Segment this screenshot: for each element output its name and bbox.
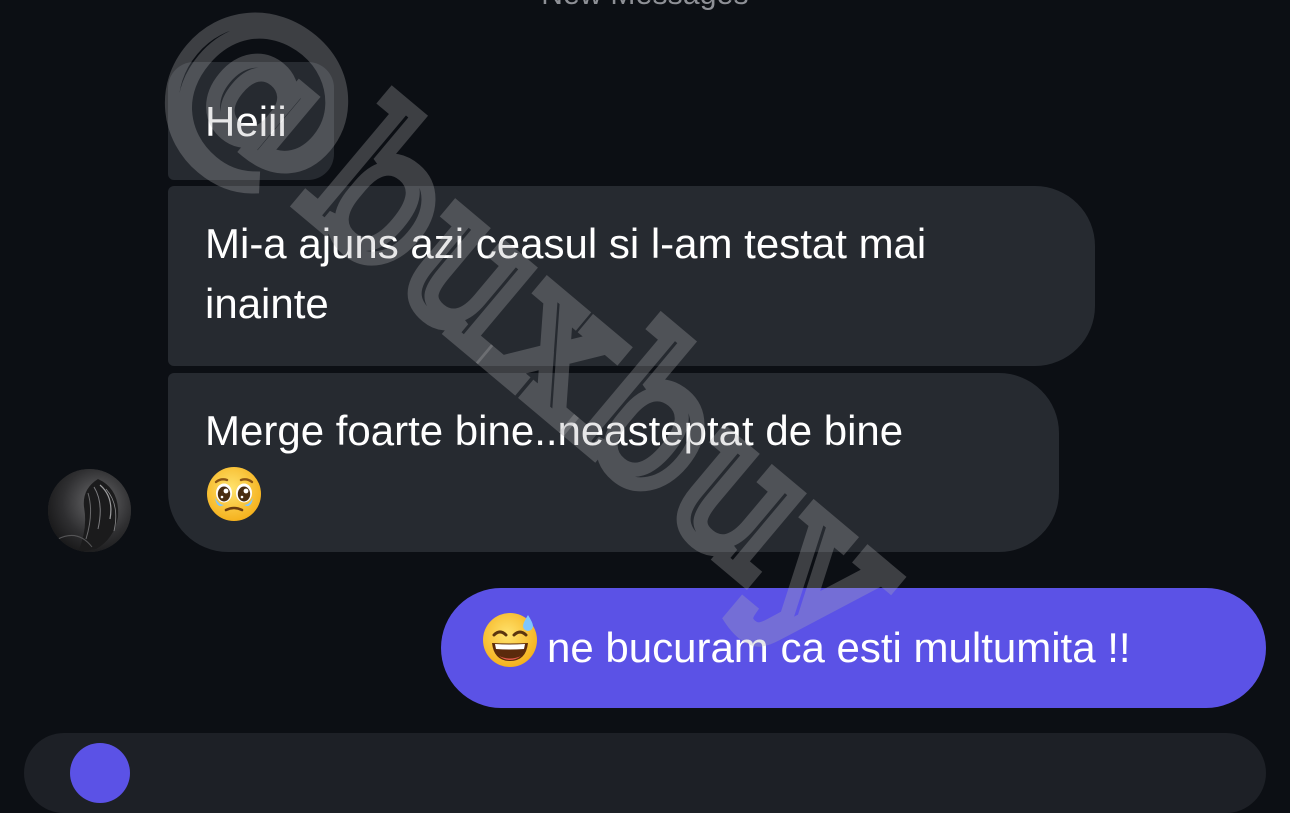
new-messages-divider: New Messages [0,0,1290,12]
outgoing-message-bubble[interactable]: ne bucuram ca esti multumita !! [441,588,1266,708]
message-text: ne bucuram ca esti multumita !! [547,624,1131,671]
incoming-message-bubble[interactable]: Mi-a ajuns azi ceasul si l-am testat mai… [168,186,1095,366]
sender-avatar[interactable] [48,469,131,552]
grinning-sweat-emoji-icon [481,611,539,685]
camera-button-icon[interactable] [70,743,130,803]
incoming-message-bubble[interactable]: Heiii [168,62,334,180]
message-text: Merge foarte bine..neasteptat de bine [205,407,904,454]
avatar-photo-icon [48,469,131,552]
pleading-face-emoji-icon [205,465,1029,539]
incoming-message-bubble[interactable]: Merge foarte bine..neasteptat de bine [168,373,1059,552]
message-input-bar[interactable] [24,733,1266,813]
message-text: Mi-a ajuns azi ceasul si l-am testat mai… [205,220,927,327]
message-text: Heiii [205,98,287,145]
